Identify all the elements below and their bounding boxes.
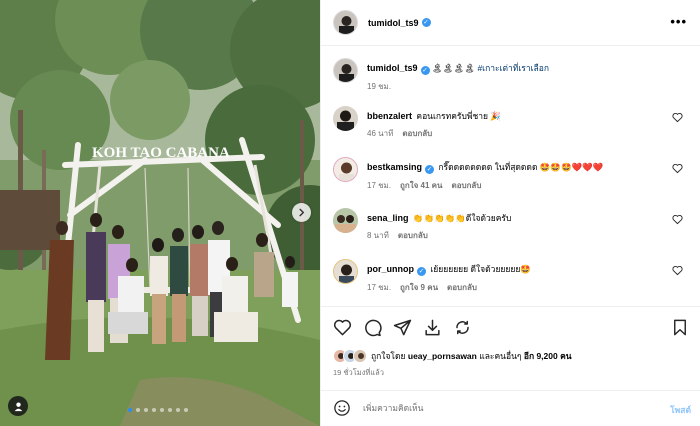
reply-button[interactable]: ตอบกลับ (452, 181, 482, 190)
reply-button[interactable]: ตอบกลับ (398, 231, 428, 240)
comment-username[interactable]: bestkamsing (367, 162, 422, 172)
koh-tao-cabana-sign: KOH TAO CABANA (92, 145, 230, 161)
likes-summary[interactable]: ถูกใจโดย ueay_pornsawan และคนอื่นๆ อีก 9… (333, 349, 572, 363)
carousel-dot (144, 408, 148, 412)
author-username[interactable]: tumidol_ts9 (368, 18, 419, 28)
tagged-users-button[interactable] (8, 396, 28, 416)
post-detail-pane: tumidol_ts9 ✓ ••• tumidol_ts9 ✓ 🏝🏝🏝🏝 #เกา… (320, 0, 700, 426)
comment-username[interactable]: sena_ling (367, 213, 409, 223)
post-header: tumidol_ts9 ✓ ••• (321, 0, 700, 46)
commenter-avatar[interactable] (333, 157, 358, 182)
comment-time[interactable]: 17 ชม. (367, 283, 391, 292)
likes-count[interactable]: อีก 9,200 คน (524, 349, 572, 363)
person-icon (14, 401, 22, 411)
group-photo-image: KOH TAO CABANA (0, 0, 320, 426)
carousel-dot (128, 408, 132, 412)
comment-time[interactable]: 17 ชม. (367, 181, 391, 190)
commenter-avatar[interactable] (333, 106, 358, 131)
emoji-picker-icon[interactable] (333, 399, 351, 417)
verified-badge-icon: ✓ (425, 165, 435, 174)
post-timestamp[interactable]: 19 ชั่วโมงที่แล้ว (333, 367, 384, 379)
verified-badge-icon: ✓ (421, 18, 431, 27)
like-comment-heart-icon[interactable] (672, 112, 683, 123)
comment-icon[interactable] (363, 318, 382, 337)
share-send-icon[interactable] (393, 318, 412, 337)
carousel-dot (160, 408, 164, 412)
comment-text: กรี๊ดดดดดดดด ในที่สุดดดด 🤩🤩🤩❤️❤️❤️ (438, 162, 604, 172)
commenter-avatar[interactable] (333, 259, 358, 284)
liked-by-user[interactable]: ueay_pornsawan (408, 351, 477, 361)
liker-avatars (333, 349, 371, 363)
comment-like-count[interactable]: ถูกใจ 41 คน (400, 181, 442, 190)
carousel-dot (168, 408, 172, 412)
liked-by-prefix: ถูกใจโดย (371, 351, 406, 361)
carousel-dot (184, 408, 188, 412)
comment-time[interactable]: 46 นาที (367, 129, 393, 138)
carousel-dot (176, 408, 180, 412)
verified-badge-icon: ✓ (417, 267, 426, 276)
commenter-avatar[interactable] (333, 208, 358, 233)
save-bookmark-icon[interactable] (671, 318, 689, 337)
like-comment-heart-icon[interactable] (672, 214, 683, 225)
comment-input[interactable] (363, 400, 633, 416)
carousel-dot (152, 408, 156, 412)
like-heart-icon[interactable] (333, 318, 352, 337)
reply-button[interactable]: ตอบกลับ (402, 129, 432, 138)
comment-time[interactable]: 8 นาที (367, 231, 389, 240)
comment-text: 👏👏👏👏👏ดีใจด้วยครับ (412, 213, 512, 223)
carousel-dot (136, 408, 140, 412)
comment-username[interactable]: por_unnop (367, 264, 414, 274)
comment-username[interactable]: bbenzalert (367, 111, 412, 121)
liked-by-middle: และคนอื่นๆ (479, 351, 522, 361)
caption-hashtag[interactable]: #เกาะเต่าที่เราเลือก (477, 63, 549, 73)
caption-body: tumidol_ts9 ✓ 🏝🏝🏝🏝 #เกาะเต่าที่เราเลือก 1… (367, 62, 667, 93)
post-actions: ถูกใจโดย ueay_pornsawan และคนอื่นๆ อีก 9… (321, 306, 700, 390)
like-comment-heart-icon[interactable] (672, 265, 683, 276)
caption-time[interactable]: 19 ชม. (367, 82, 391, 91)
like-comment-heart-icon[interactable] (672, 163, 683, 174)
verified-badge-icon: ✓ (420, 66, 430, 75)
comment-like-count[interactable]: ถูกใจ 9 คน (400, 283, 438, 292)
chevron-right-icon (299, 208, 305, 217)
comment-text: คอนเกรทครับพี่ชาย 🎉 (416, 111, 501, 121)
caption-emoji: 🏝🏝🏝🏝 (431, 63, 476, 73)
next-photo-button[interactable] (292, 203, 311, 222)
repost-icon[interactable] (453, 318, 472, 337)
post-photo: KOH TAO CABANA (0, 0, 320, 426)
liker-avatar (353, 349, 367, 363)
more-options-button[interactable]: ••• (670, 15, 687, 28)
comment-text: เย้ยยยยยย ดีใจด้วยยยยย🤩 (430, 264, 531, 274)
download-icon[interactable] (423, 318, 442, 337)
comment-composer: โพสต์ (321, 390, 700, 426)
caption-username[interactable]: tumidol_ts9 (367, 63, 418, 73)
reply-button[interactable]: ตอบกลับ (447, 283, 477, 292)
caption-author-avatar[interactable] (333, 58, 358, 83)
author-avatar[interactable] (333, 10, 358, 35)
post-comment-button[interactable]: โพสต์ (670, 403, 691, 417)
carousel-indicator (128, 408, 188, 412)
